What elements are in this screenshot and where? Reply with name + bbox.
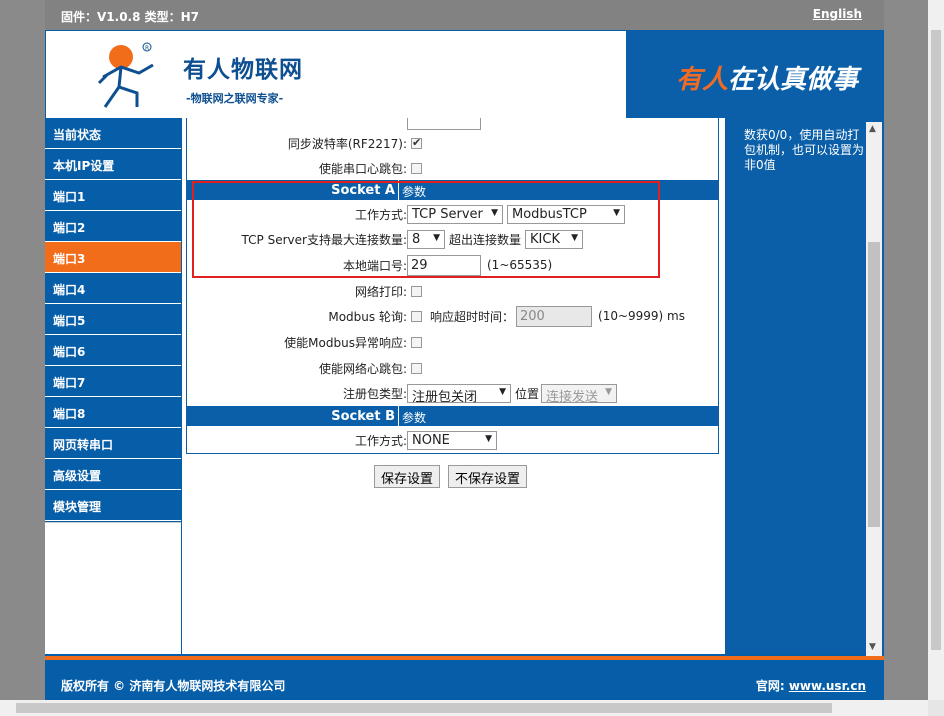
- help-panel: 数获0/0，使用自动打包机制，也可以设置为非0值: [726, 118, 884, 654]
- sidebar: 当前状态 本机IP设置 端口1 端口2 端口3 端口4 端口5 端口6 端口7 …: [45, 118, 181, 654]
- slogan-part-1: 有人: [676, 65, 729, 95]
- chevron-down-icon: ▼: [605, 386, 613, 397]
- slogan: 有人在认真做事: [676, 59, 858, 96]
- scroll-down-icon[interactable]: ▼: [869, 642, 876, 652]
- work-mode-b-select[interactable]: NONE ▼: [407, 430, 497, 450]
- position-select[interactable]: 连接发送 ▼: [541, 383, 618, 405]
- modbus-poll-checkbox[interactable]: [411, 310, 422, 322]
- sidebar-item-advanced[interactable]: 高级设置: [45, 459, 181, 490]
- sidebar-item-port3[interactable]: 端口3: [45, 242, 181, 273]
- position-label: 位置: [515, 386, 540, 401]
- modbus-poll-label: Modbus 轮询:: [328, 310, 407, 324]
- footer: 版权所有 © 济南有人物联网技术有限公司 官网: www.usr.cn: [45, 660, 884, 700]
- work-mode-b-label: 工作方式:: [354, 434, 407, 448]
- scroll-up-icon[interactable]: ▲: [869, 124, 876, 134]
- sidebar-item-port6[interactable]: 端口6: [45, 335, 181, 366]
- scroll-corner: [928, 700, 944, 716]
- content-scrollbar[interactable]: ▲ ▼: [866, 122, 882, 656]
- sidebar-empty-area: [45, 522, 181, 654]
- sidebar-item-ip-settings[interactable]: 本机IP设置: [45, 149, 181, 180]
- header: R 有人物联网 -物联网之联网专家- 有人在认真做事: [46, 31, 883, 118]
- serial-heartbeat-label: 使能串口心跳包:: [318, 162, 407, 176]
- sidebar-item-web-to-serial[interactable]: 网页转串口: [45, 428, 181, 459]
- chevron-down-icon: ▼: [485, 433, 492, 444]
- sync-baud-checkbox[interactable]: [411, 136, 422, 149]
- net-heartbeat-checkbox[interactable]: [411, 362, 422, 374]
- top-bar: 固件：V1.0.8 类型：H7 English: [45, 0, 884, 30]
- partial-input[interactable]: [407, 118, 481, 130]
- brand-name: 有人物联网: [183, 57, 303, 83]
- form-row-reg-type: 注册包类型: 注册包关闭 ▼ 位置 连接发送 ▼: [187, 380, 718, 406]
- slogan-part-2: 在认真做事: [728, 65, 859, 95]
- svg-text:R: R: [145, 45, 149, 52]
- sidebar-item-module-mgmt[interactable]: 模块管理: [45, 490, 181, 521]
- reg-type-select[interactable]: 注册包关闭 ▼: [407, 383, 511, 405]
- sidebar-item-status[interactable]: 当前状态: [45, 118, 181, 149]
- sidebar-item-port1[interactable]: 端口1: [45, 180, 181, 211]
- app-frame: 固件：V1.0.8 类型：H7 English R 有人物联网 -物联网之联网专…: [45, 0, 884, 700]
- resp-timeout-unit: (10~9999) ms: [598, 309, 685, 323]
- form-row-net-print: 网络打印:: [187, 278, 718, 304]
- website-link[interactable]: www.usr.cn: [789, 679, 866, 693]
- modbus-exception-label: 使能Modbus异常响应:: [284, 336, 407, 350]
- serial-heartbeat-checkbox[interactable]: [411, 162, 422, 174]
- modbus-exception-checkbox[interactable]: [411, 336, 422, 348]
- resp-timeout-input[interactable]: 200: [516, 305, 593, 327]
- scroll-thumb[interactable]: [868, 242, 880, 527]
- website: 官网: www.usr.cn: [755, 679, 866, 693]
- highlight-box: [192, 181, 660, 278]
- form-row-modbus-poll: Modbus 轮询: 响应超时时间： 200 (10~9999) ms: [187, 303, 718, 329]
- window-vscroll-thumb[interactable]: [931, 30, 941, 650]
- sidebar-item-port2[interactable]: 端口2: [45, 211, 181, 242]
- copyright: 版权所有 © 济南有人物联网技术有限公司: [61, 679, 286, 693]
- no-save-button[interactable]: 不保存设置: [448, 465, 528, 488]
- form-row-net-heartbeat: 使能网络心跳包:: [187, 355, 718, 381]
- reg-type-label: 注册包类型:: [342, 387, 407, 401]
- net-print-label: 网络打印:: [354, 285, 407, 299]
- socket-b-name: Socket B: [331, 409, 395, 424]
- resp-timeout-label: 响应超时时间：: [430, 309, 515, 324]
- window-hscroll-thumb[interactable]: [16, 703, 832, 713]
- port-settings-form: 同步波特率(RF2217): 使能串口心跳包: Socket A 参数 工作方式…: [186, 118, 719, 454]
- sidebar-item-port4[interactable]: 端口4: [45, 273, 181, 304]
- english-link[interactable]: English: [813, 7, 862, 21]
- net-print-checkbox[interactable]: [411, 285, 422, 297]
- socket-b-param: 参数: [402, 411, 427, 425]
- brand-subtitle: -物联网之联网专家-: [186, 92, 284, 105]
- sidebar-item-port5[interactable]: 端口5: [45, 304, 181, 335]
- sidebar-item-port7[interactable]: 端口7: [45, 366, 181, 397]
- help-text: 数获0/0，使用自动打包机制，也可以设置为非0值: [744, 128, 865, 172]
- window-vertical-scrollbar[interactable]: [928, 0, 944, 700]
- sidebar-item-port8[interactable]: 端口8: [45, 397, 181, 428]
- form-row-serial-heartbeat: 使能串口心跳包:: [187, 155, 718, 181]
- chevron-down-icon: ▼: [499, 386, 506, 397]
- form-row-work-mode-b: 工作方式: NONE ▼: [187, 427, 718, 453]
- window-horizontal-scrollbar[interactable]: [0, 700, 928, 716]
- firmware-info: 固件：V1.0.8 类型：H7: [61, 10, 200, 24]
- save-button[interactable]: 保存设置: [374, 465, 441, 488]
- form-row-modbus-exception: 使能Modbus异常响应:: [187, 329, 718, 355]
- socket-b-header: Socket B 参数: [187, 406, 718, 426]
- usr-logo-icon: R: [97, 42, 154, 108]
- net-heartbeat-label: 使能网络心跳包:: [318, 362, 407, 376]
- sync-baud-label: 同步波特率(RF2217):: [287, 137, 407, 151]
- slogan-panel: 有人在认真做事: [626, 31, 883, 118]
- form-row-sync-baud: 同步波特率(RF2217):: [187, 130, 718, 156]
